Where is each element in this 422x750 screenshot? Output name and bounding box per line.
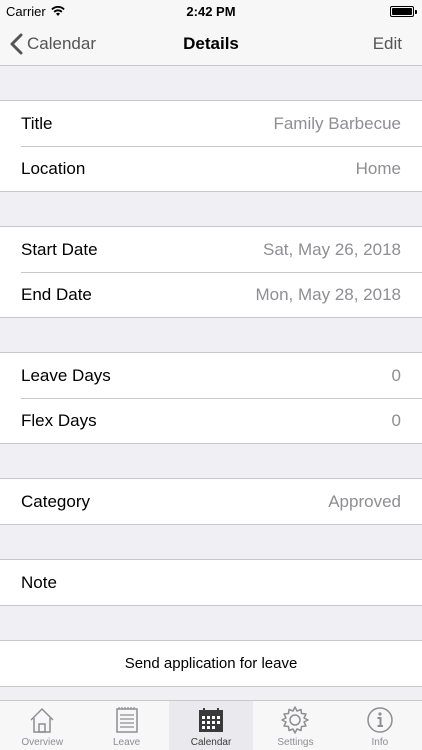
- tab-calendar[interactable]: Calendar: [168, 701, 254, 750]
- send-section: Send application for leave: [0, 640, 422, 687]
- start-date-row[interactable]: Start Date Sat, May 26, 2018: [0, 227, 422, 272]
- status-bar: Carrier 2:42 PM: [0, 0, 422, 22]
- dates-section: Start Date Sat, May 26, 2018 End Date Mo…: [0, 226, 422, 318]
- tab-info-label: Info: [371, 737, 389, 748]
- note-row[interactable]: Note: [0, 560, 422, 605]
- send-application-button[interactable]: Send application for leave: [0, 641, 422, 686]
- end-date-row[interactable]: End Date Mon, May 28, 2018: [0, 272, 422, 317]
- title-location-section: Title Family Barbecue Location Home: [0, 100, 422, 192]
- back-button-label: Calendar: [27, 34, 96, 53]
- page-title: Details: [183, 34, 239, 53]
- location-label: Location: [21, 158, 86, 178]
- start-date-label: Start Date: [21, 239, 98, 259]
- flex-days-label: Flex Days: [21, 410, 97, 430]
- start-date-value: Sat, May 26, 2018: [263, 239, 401, 259]
- notepad-icon: [115, 707, 138, 733]
- send-application-label: Send application for leave: [124, 655, 298, 672]
- back-button[interactable]: Calendar: [10, 22, 96, 66]
- tab-leave[interactable]: Leave: [84, 701, 168, 750]
- tab-overview[interactable]: Overview: [0, 701, 84, 750]
- calendar-icon: [199, 708, 224, 732]
- days-section: Leave Days 0 Flex Days 0: [0, 352, 422, 444]
- info-icon: [367, 707, 393, 733]
- title-value: Family Barbecue: [273, 113, 401, 133]
- flex-days-value: 0: [391, 410, 401, 430]
- tab-settings-label: Settings: [277, 737, 314, 748]
- flex-days-row[interactable]: Flex Days 0: [0, 398, 422, 443]
- end-date-label: End Date: [21, 284, 92, 304]
- tab-leave-label: Leave: [112, 737, 141, 748]
- end-date-value: Mon, May 28, 2018: [255, 284, 401, 304]
- category-section: Category Approved: [0, 478, 422, 525]
- category-label: Category: [21, 491, 90, 511]
- tab-calendar-label: Calendar: [190, 737, 232, 748]
- tab-bar: Overview Leave Calendar Settings Info: [0, 700, 422, 750]
- location-row[interactable]: Location Home: [0, 146, 422, 191]
- note-label: Note: [21, 572, 57, 592]
- tab-overview-label: Overview: [21, 737, 64, 748]
- category-row[interactable]: Category Approved: [0, 479, 422, 524]
- category-value: Approved: [328, 491, 401, 511]
- title-label: Title: [21, 113, 53, 133]
- tab-info[interactable]: Info: [338, 701, 422, 750]
- navigation-bar: Calendar Details Edit: [0, 22, 422, 66]
- leave-days-value: 0: [391, 365, 401, 385]
- tab-settings[interactable]: Settings: [253, 701, 337, 750]
- gear-icon: [281, 706, 310, 734]
- location-value: Home: [355, 158, 401, 178]
- edit-button[interactable]: Edit: [373, 22, 402, 66]
- house-icon: [30, 707, 54, 733]
- chevron-left-icon: [10, 33, 23, 55]
- leave-days-label: Leave Days: [21, 365, 111, 385]
- details-content: Title Family Barbecue Location Home Star…: [0, 66, 422, 687]
- leave-days-row[interactable]: Leave Days 0: [0, 353, 422, 398]
- note-section: Note: [0, 559, 422, 606]
- title-row[interactable]: Title Family Barbecue: [0, 101, 422, 146]
- battery-icon: [390, 6, 417, 17]
- status-time: 2:42 PM: [186, 4, 236, 19]
